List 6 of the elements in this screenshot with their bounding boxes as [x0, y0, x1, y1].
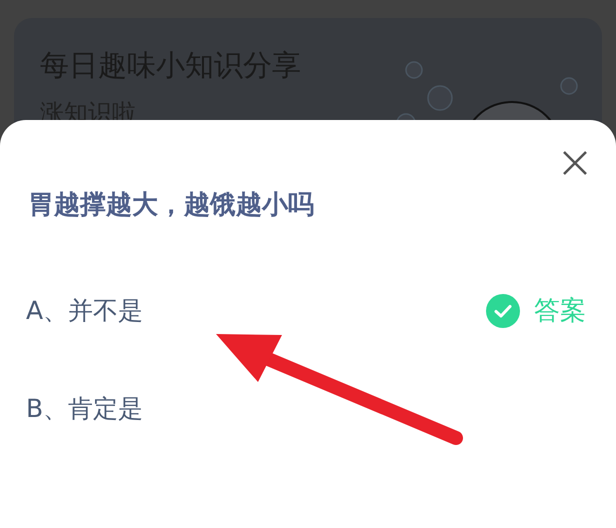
option-text[interactable]: B、肯定是 [26, 392, 144, 426]
option-text[interactable]: A、并不是 [26, 294, 144, 328]
answer-label: 答案 [534, 295, 586, 328]
close-icon [562, 150, 588, 176]
check-icon [486, 294, 520, 328]
question-text: 胃越撑越大，越饿越小吗 [28, 190, 314, 220]
